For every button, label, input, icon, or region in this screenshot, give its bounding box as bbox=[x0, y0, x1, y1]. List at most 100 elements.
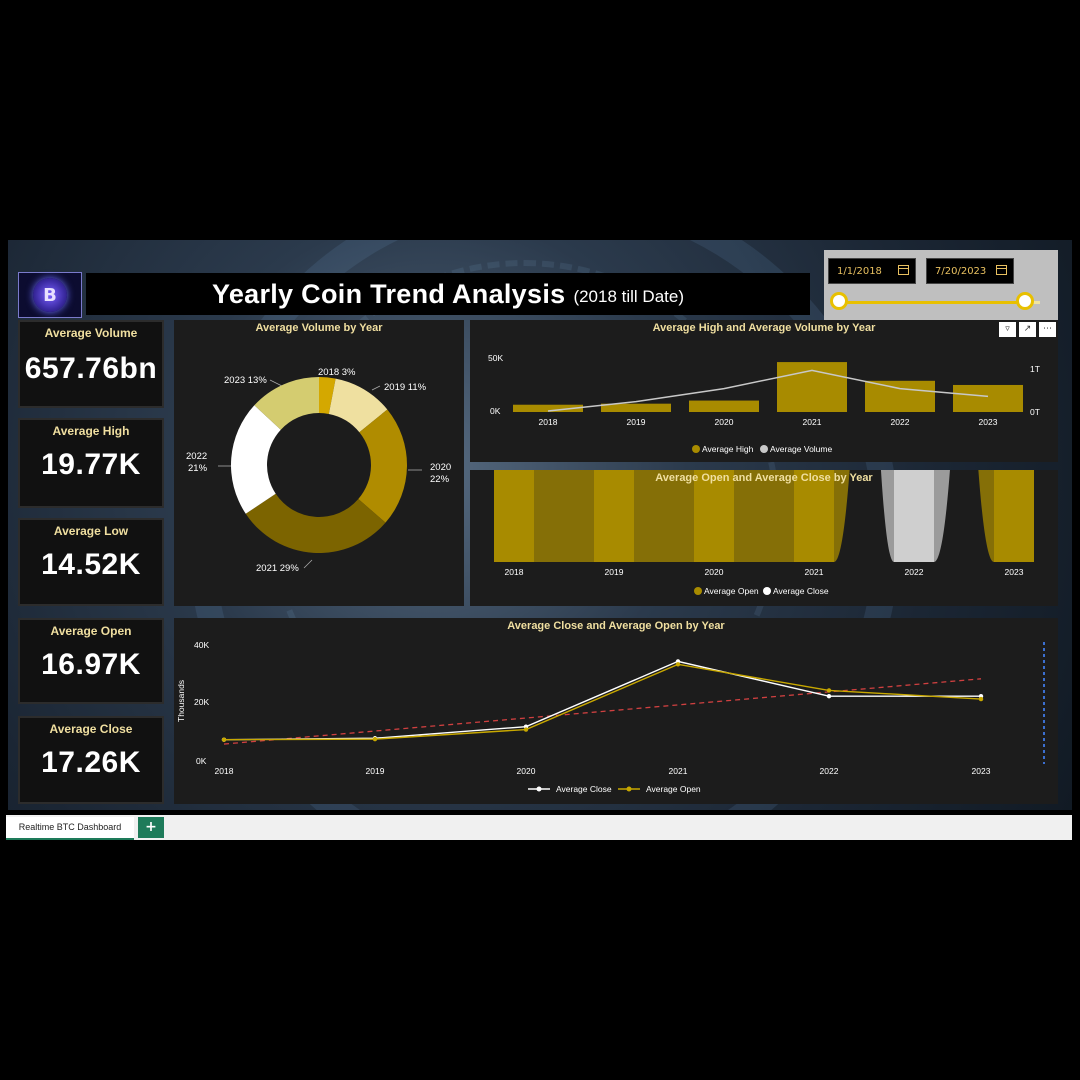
kpi-value: 16.97K bbox=[41, 648, 141, 681]
legend-marker-open bbox=[626, 786, 632, 792]
donut-label-2019: 2019 11% bbox=[384, 382, 427, 393]
trend-line bbox=[223, 678, 982, 745]
end-date-value: 7/20/2023 bbox=[935, 266, 987, 277]
title-sub: (2018 till Date) bbox=[573, 287, 684, 306]
point-open-2019[interactable] bbox=[372, 736, 378, 742]
date-range-slicer: 1/1/2018 7/20/2023 bbox=[824, 250, 1058, 320]
x-tick-2018: 2018 bbox=[505, 567, 524, 577]
x-tick-2019: 2019 bbox=[366, 766, 385, 776]
chart-title: Average Volume by Year bbox=[255, 322, 383, 334]
y-axis-label: Thousands bbox=[176, 680, 186, 722]
x-tick-2023: 2023 bbox=[979, 417, 998, 427]
legend-marker-open bbox=[694, 587, 702, 595]
legend-close[interactable]: Average Close bbox=[773, 586, 829, 596]
end-date-field[interactable]: 7/20/2023 bbox=[926, 258, 1014, 284]
donut-label-2018: 2018 3% bbox=[318, 367, 356, 378]
donut-label-2020-year: 2020 bbox=[430, 462, 451, 473]
y-tick-right: 1T bbox=[1030, 364, 1040, 374]
chart-title: Average Close and Average Open by Year bbox=[507, 620, 725, 632]
legend-marker-volume bbox=[760, 445, 768, 453]
kpi-card-average-high: Average High 19.77K bbox=[18, 418, 164, 508]
kpi-label: Average Low bbox=[53, 524, 129, 538]
more-options-icon[interactable]: ⋯ bbox=[1039, 322, 1056, 337]
close-open-line-chart[interactable]: 40K 20K 0K Thousands 2018 2019 2020 2021 202… bbox=[174, 618, 1058, 804]
x-tick-2020: 2020 bbox=[517, 766, 536, 776]
point-open-2021[interactable] bbox=[675, 662, 681, 667]
x-tick-2020: 2020 bbox=[705, 567, 724, 577]
calendar-icon[interactable] bbox=[898, 265, 909, 275]
legend-close[interactable]: Average Close bbox=[556, 784, 612, 794]
kpi-value: 17.26K bbox=[41, 746, 141, 779]
slider-range-fill bbox=[840, 301, 1028, 304]
x-tick-2022: 2022 bbox=[820, 766, 839, 776]
high-volume-chart[interactable]: 50K 0K 1T 0T 2018 2019 2020 2021 2022 2023 Av… bbox=[470, 320, 1058, 462]
start-date-field[interactable]: 1/1/2018 bbox=[828, 258, 916, 284]
point-open-2022[interactable] bbox=[826, 688, 832, 693]
add-page-button[interactable]: + bbox=[138, 817, 164, 838]
tab-realtime-btc-dashboard[interactable]: Realtime BTC Dashboard bbox=[6, 817, 134, 840]
page-tab-bar: Realtime BTC Dashboard + bbox=[6, 815, 1072, 840]
kpi-value: 19.77K bbox=[41, 448, 141, 481]
volume-by-year-panel[interactable]: Average Volume by Year 2018 3% 2019 11% … bbox=[174, 320, 464, 606]
x-tick-2018: 2018 bbox=[215, 766, 234, 776]
open-close-ribbon-panel[interactable]: Average Open and Average Close by Year 2… bbox=[470, 0, 1058, 606]
donut-label-2020-pct: 22% bbox=[430, 474, 450, 485]
focus-mode-icon[interactable]: ↗ bbox=[1019, 322, 1036, 337]
bar-high-2021[interactable] bbox=[777, 362, 847, 412]
point-close-2022[interactable] bbox=[826, 694, 832, 699]
donut-label-2022-year: 2022 bbox=[186, 451, 207, 462]
kpi-card-average-volume: Average Volume 657.76bn bbox=[18, 320, 164, 408]
chart-title: Average High and Average Volume by Year bbox=[652, 322, 876, 334]
bitcoin-logo: B bbox=[18, 272, 82, 318]
y-tick-left: 0K bbox=[490, 406, 501, 416]
point-open-2023[interactable] bbox=[978, 696, 984, 702]
close-open-line-panel[interactable]: Average Close and Average Open by Year 4… bbox=[174, 618, 1058, 804]
x-tick-2020: 2020 bbox=[715, 417, 734, 427]
legend-open[interactable]: Average Open bbox=[646, 784, 701, 794]
y-tick: 20K bbox=[194, 697, 209, 707]
x-tick-2023: 2023 bbox=[972, 766, 991, 776]
point-open-2020[interactable] bbox=[523, 727, 529, 732]
x-tick-2023: 2023 bbox=[1005, 567, 1024, 577]
bar-high-2023[interactable] bbox=[953, 384, 1023, 412]
leader-line bbox=[269, 379, 283, 387]
calendar-icon[interactable] bbox=[996, 265, 1007, 275]
donut-chart[interactable]: 2018 3% 2019 11% 2020 22% 2021 29% 2022 … bbox=[174, 320, 464, 606]
legend-marker-close bbox=[536, 786, 542, 792]
slider-end-handle[interactable] bbox=[1016, 292, 1034, 310]
line-average-open[interactable] bbox=[223, 663, 982, 741]
high-volume-panel[interactable]: Average High and Average Volume by Year … bbox=[470, 320, 1058, 462]
kpi-value: 657.76bn bbox=[24, 352, 158, 385]
bar-high-2022[interactable] bbox=[865, 380, 935, 412]
legend-open[interactable]: Average Open bbox=[704, 586, 759, 596]
kpi-card-average-low: Average Low 14.52K bbox=[18, 518, 164, 606]
legend-high[interactable]: Average High bbox=[702, 444, 754, 454]
y-tick: 0K bbox=[196, 756, 207, 766]
x-tick-2019: 2019 bbox=[605, 567, 624, 577]
y-tick: 40K bbox=[194, 640, 209, 650]
x-tick-2022: 2022 bbox=[905, 567, 924, 577]
kpi-label: Average Close bbox=[49, 722, 133, 736]
filter-icon[interactable]: ▿ bbox=[999, 322, 1016, 337]
visual-toolbar: ▿ ↗ ⋯ bbox=[999, 322, 1056, 337]
chart-title: Average Open and Average Close by Year bbox=[655, 472, 873, 484]
bar-high-2020[interactable] bbox=[689, 400, 759, 412]
kpi-value: 14.52K bbox=[41, 548, 141, 581]
point-open-2018[interactable] bbox=[221, 737, 227, 742]
donut-label-2021: 2021 29% bbox=[256, 563, 299, 574]
line-average-close[interactable] bbox=[223, 660, 981, 741]
legend-marker-high bbox=[692, 445, 700, 453]
x-tick-2021: 2021 bbox=[805, 567, 824, 577]
x-tick-2019: 2019 bbox=[627, 417, 646, 427]
open-close-ribbon-chart[interactable]: 20182019202020212022202333K34K24K22K21K2… bbox=[470, 0, 1058, 606]
legend-volume[interactable]: Average Volume bbox=[770, 444, 832, 454]
start-date-value: 1/1/2018 bbox=[837, 266, 882, 277]
title-main: Yearly Coin Trend Analysis bbox=[212, 278, 566, 309]
kpi-label: Average High bbox=[52, 424, 130, 438]
y-tick-left: 50K bbox=[488, 353, 503, 363]
bitcoin-icon: B bbox=[33, 278, 67, 312]
donut-label-2022-pct: 21% bbox=[188, 463, 208, 474]
kpi-card-average-open: Average Open 16.97K bbox=[18, 618, 164, 704]
leader-line bbox=[371, 385, 381, 391]
slider-start-handle[interactable] bbox=[830, 292, 848, 310]
